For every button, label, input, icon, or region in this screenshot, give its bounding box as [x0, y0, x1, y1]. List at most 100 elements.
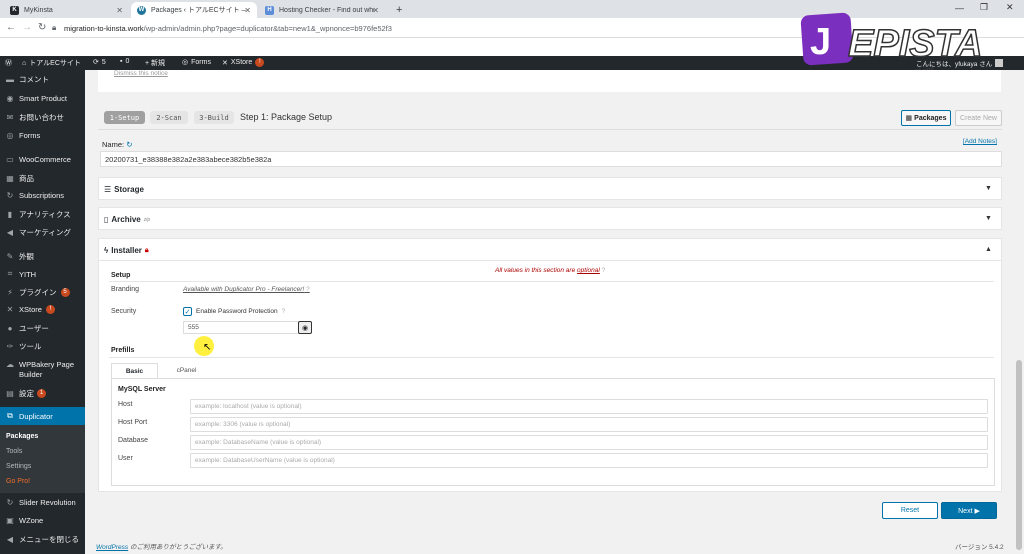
branding-value[interactable]: Available with Duplicator Pro - Freelanc… [183, 286, 310, 293]
sidebar-item-users[interactable]: ● ユーザー [0, 323, 85, 334]
sidebar-item-comments[interactable]: ▬ コメント [0, 74, 85, 85]
add-notes-link[interactable]: [Add Notes] [963, 138, 997, 145]
host-label: Host [118, 401, 133, 408]
submenu-tools[interactable]: Tools [0, 448, 85, 455]
forms-icon: ◎ [6, 131, 14, 140]
sidebar-item-plugins[interactable]: ⚡ プラグイン 5 [0, 287, 85, 298]
sidebar-item-forms[interactable]: ◎ Forms [0, 131, 85, 140]
footer-thanks-text: のご利用ありがとうございます。 [128, 544, 227, 551]
submenu-settings[interactable]: Settings [0, 463, 85, 470]
help-icon[interactable]: ? [306, 286, 310, 293]
close-tab-icon[interactable]: ✕ [372, 6, 379, 15]
help-icon[interactable]: ? [602, 267, 606, 274]
sidebar-item-label: Forms [19, 131, 41, 140]
sidebar-item-analytics[interactable]: ▮ アナリティクス [0, 209, 85, 220]
sidebar-item-slider-revolution[interactable]: ↻ Slider Revolution [0, 498, 85, 507]
sidebar-item-tools[interactable]: ✑ ツール [0, 341, 85, 352]
sidebar-item-label: ツール [19, 342, 42, 351]
admin-bar-new[interactable]: + 新規 [145, 58, 165, 68]
scrollbar[interactable] [1014, 70, 1024, 554]
forward-icon[interactable]: → [22, 22, 32, 33]
close-tab-icon[interactable]: ✕ [116, 6, 123, 15]
enable-password-checkbox[interactable]: ✓ [183, 307, 192, 316]
help-icon[interactable]: ? [282, 308, 286, 315]
setup-heading: Setup [111, 272, 131, 279]
sidebar-item-label: 設定 [19, 389, 34, 398]
user-input[interactable]: example: DatabaseUserName (value is opti… [190, 453, 988, 468]
new-tab-button[interactable]: + [390, 2, 406, 18]
archive-panel[interactable]: ▯ Archive zip ▼ [98, 207, 1002, 230]
storage-panel[interactable]: ☰ Storage ▼ [98, 177, 1002, 200]
collapse-menu[interactable]: ◀ メニューを閉じる [0, 534, 85, 545]
package-name-input[interactable]: 20200731_e38388e382a2e383abece382b5e382a [100, 151, 1002, 167]
next-button[interactable]: Next ▶ [941, 502, 997, 519]
eye-icon: ◉ [6, 94, 14, 103]
back-icon[interactable]: ← [6, 22, 16, 33]
installer-panel-title[interactable]: ϟ Installer 🔒︎ [104, 246, 149, 255]
slider-icon: ↻ [6, 498, 14, 507]
eye-icon[interactable]: ◉ [298, 321, 312, 334]
plugin-icon: ⚡ [7, 288, 13, 297]
submenu-packages[interactable]: Packages [0, 433, 85, 440]
reset-name-icon[interactable]: ↻ [126, 140, 132, 149]
updates-icon: ⟳ [93, 59, 99, 66]
sidebar-item-wzone[interactable]: ▣ WZone [0, 516, 85, 525]
hosting-favicon-icon: H [265, 5, 274, 15]
host-input[interactable]: example: localhost (value is optional) [190, 399, 988, 414]
tab-hosting-checker[interactable]: H Hosting Checker - Find out who ✕ [259, 2, 385, 18]
close-tab-icon[interactable]: ✕ [244, 6, 251, 15]
database-label: Database [118, 437, 148, 444]
url-bar[interactable]: migration-to-kinsta.work/wp-admin/admin.… [64, 21, 392, 35]
admin-sidebar: ▬ コメント ◉ Smart Product ✉ お問い合わせ ◎ Forms ▭ Woo… [0, 70, 85, 554]
tab-packages[interactable]: W Packages ‹ トアルECサイト — Word ✕ [131, 2, 257, 18]
sidebar-item-settings[interactable]: ▤ 設定 1 [0, 388, 85, 399]
sidebar-item-yith[interactable]: ⌗ YITH [0, 269, 85, 279]
analytics-icon: ▮ [7, 210, 13, 219]
sidebar-item-label: WZone [19, 516, 44, 525]
admin-bar-xstore[interactable]: ✕ XStore! [222, 58, 265, 67]
scrollbar-thumb[interactable] [1016, 360, 1022, 550]
reset-button[interactable]: Reset [882, 502, 938, 519]
sidebar-item-contact[interactable]: ✉ お問い合わせ [0, 112, 85, 123]
dismiss-notice-link[interactable]: Dismiss this notice [114, 70, 168, 77]
packages-button[interactable]: ▦ Packages [901, 110, 951, 126]
create-new-button[interactable]: Create New [955, 110, 1002, 126]
product-icon: ▦ [6, 174, 14, 183]
password-input[interactable]: 555 [183, 321, 299, 334]
comment-icon: ▬ [6, 75, 14, 84]
yith-icon: ⌗ [7, 269, 13, 278]
admin-bar-comments[interactable]: ▪ 0 [120, 58, 129, 65]
admin-bar-updates[interactable]: ⟳ 5 [93, 58, 106, 67]
tab-cpanel[interactable]: cPanel [159, 363, 214, 378]
lock-icon: 🔒︎ [52, 23, 57, 32]
sidebar-item-label: WPBakery Page Builder [19, 360, 75, 379]
sidebar-item-label: Slider Revolution [19, 498, 76, 507]
sidebar-item-smart-product[interactable]: ◉ Smart Product [0, 94, 85, 103]
sidebar-item-woocommerce[interactable]: ▭ WooCommerce [0, 155, 85, 164]
sidebar-item-marketing[interactable]: ◀ マーケティング [0, 227, 85, 238]
sidebar-item-xstore[interactable]: ✕ XStore! [0, 305, 85, 314]
sidebar-item-duplicator[interactable]: ⧉ Duplicator [0, 407, 85, 425]
sidebar-item-wpbakery[interactable]: ☁ WPBakery Page Builder [0, 360, 85, 380]
enable-password-label: Enable Password Protection [196, 308, 278, 315]
chevron-up-icon[interactable]: ▲ [985, 246, 992, 253]
jepista-logo-icon: J EPISTA [800, 12, 983, 66]
submenu-go-pro[interactable]: Go Pro! [0, 478, 85, 485]
optional-link[interactable]: optional [577, 267, 600, 274]
admin-bar-forms[interactable]: ◎ Forms [182, 58, 211, 67]
sidebar-item-subscriptions[interactable]: ↻ Subscriptions [0, 191, 85, 200]
sidebar-item-products[interactable]: ▦ 商品 [0, 173, 85, 184]
wordpress-link[interactable]: WordPress [96, 544, 128, 551]
tab-basic[interactable]: Basic [111, 363, 158, 378]
page-title: Step 1: Package Setup [240, 112, 333, 122]
tab-mykinsta[interactable]: K MyKinsta ✕ [4, 2, 129, 18]
reload-icon[interactable]: ↻ [38, 22, 46, 33]
database-input[interactable]: example: DatabaseName (value is optional… [190, 435, 988, 450]
subscriptions-icon: ↻ [6, 191, 14, 200]
host-port-input[interactable]: example: 3306 (value is optional) [190, 417, 988, 432]
admin-bar-site[interactable]: ⌂ トアルECサイト [22, 58, 81, 68]
wordpress-favicon-icon: W [137, 5, 146, 15]
step-2-scan: 2-Scan [150, 111, 188, 124]
sidebar-item-appearance[interactable]: ✎ 外観 [0, 251, 85, 262]
wp-logo-icon[interactable]: Ⓦ [5, 58, 12, 68]
